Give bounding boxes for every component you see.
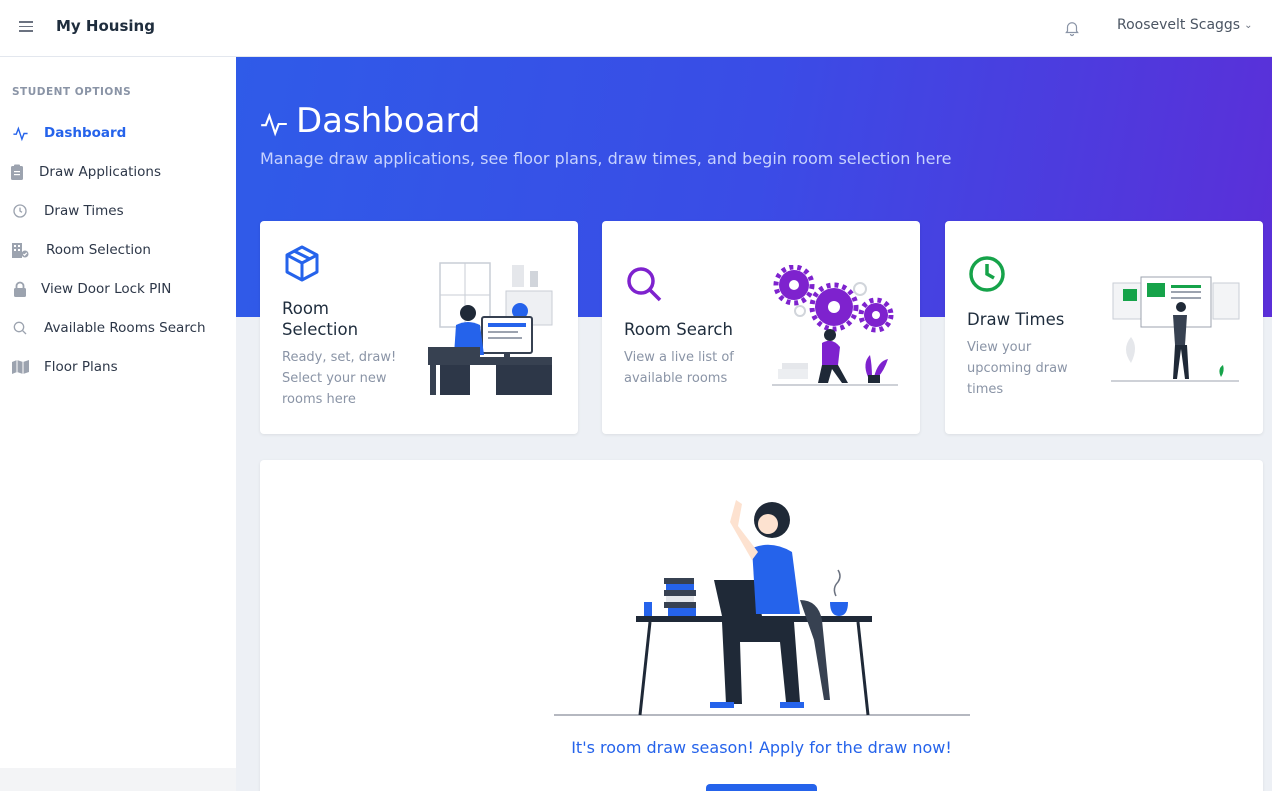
clipboard-icon	[8, 163, 26, 181]
user-menu[interactable]: Roosevelt Scaggs ⌄	[1117, 17, 1253, 33]
search-icon	[11, 319, 29, 337]
activity-icon	[261, 112, 287, 137]
sidebar-item-floor-plans[interactable]: Floor Plans	[0, 352, 236, 382]
sidebar-item-room-selection[interactable]: Room Selection	[0, 235, 236, 265]
card-description: available rooms	[624, 371, 728, 386]
card-title: Room	[282, 299, 329, 318]
box-icon	[285, 245, 319, 282]
sidebar-item-draw-applications[interactable]: Draw Applications	[0, 157, 236, 187]
sidebar-item-label: Draw Applications	[39, 164, 162, 180]
hamburger-menu-icon[interactable]	[19, 21, 33, 35]
chevron-down-icon: ⌄	[1244, 19, 1253, 31]
card-title: Room Search	[624, 320, 733, 339]
clock-icon	[11, 202, 29, 220]
room-draw-banner: It's room draw season! Apply for the dra…	[260, 460, 1263, 791]
card-description: Select your new	[282, 371, 387, 386]
building-icon	[11, 241, 29, 259]
page-title: Dashboard	[296, 101, 481, 141]
gears-person-illustration	[772, 265, 898, 386]
room-search-card[interactable]: Room Search View a live list of availabl…	[602, 221, 920, 434]
person-at-board-illustration	[1111, 276, 1240, 382]
card-title: Selection	[282, 320, 359, 339]
sidebar-item-label: View Door Lock PIN	[41, 281, 172, 297]
person-waving-at-desk-illustration	[554, 500, 970, 716]
sidebar: STUDENT OPTIONS Dashboard Draw Applicati…	[0, 57, 236, 768]
sidebar-item-draw-times[interactable]: Draw Times	[0, 196, 236, 226]
sidebar-item-available-rooms-search[interactable]: Available Rooms Search	[0, 313, 236, 343]
clock-icon	[969, 256, 1005, 292]
sidebar-footer	[0, 768, 236, 791]
activity-icon	[11, 124, 29, 142]
apply-draw-button[interactable]	[706, 784, 817, 791]
sidebar-item-label: Available Rooms Search	[44, 320, 206, 336]
person-at-computer-illustration	[428, 262, 553, 395]
sidebar-item-label: Floor Plans	[44, 359, 118, 375]
sidebar-heading: STUDENT OPTIONS	[12, 86, 132, 98]
map-icon	[11, 358, 29, 376]
card-description: View a live list of	[624, 350, 734, 365]
card-description: times	[967, 382, 1004, 397]
card-description: Ready, set, draw!	[282, 350, 397, 365]
room-selection-card[interactable]: Room Selection Ready, set, draw! Select …	[260, 221, 578, 434]
card-description: upcoming draw	[967, 361, 1068, 376]
banner-message: It's room draw season! Apply for the dra…	[571, 738, 952, 757]
search-icon	[627, 267, 662, 302]
sidebar-item-label: Draw Times	[44, 203, 124, 219]
app-title[interactable]: My Housing	[56, 17, 155, 35]
sidebar-item-label: Room Selection	[46, 242, 151, 258]
sidebar-item-door-lock-pin[interactable]: View Door Lock PIN	[0, 274, 236, 304]
card-description: rooms here	[282, 392, 356, 407]
lock-icon	[11, 280, 29, 298]
user-name: Roosevelt Scaggs	[1117, 17, 1241, 33]
sidebar-item-label: Dashboard	[44, 125, 127, 141]
card-title: Draw Times	[967, 310, 1065, 329]
bell-icon[interactable]	[1063, 19, 1081, 37]
card-description: View your	[967, 340, 1032, 355]
page-subtitle: Manage draw applications, see floor plan…	[260, 149, 952, 168]
top-navbar: My Housing Roosevelt Scaggs ⌄	[0, 0, 1272, 57]
draw-times-card[interactable]: Draw Times View your upcoming draw times	[945, 221, 1263, 434]
sidebar-item-dashboard[interactable]: Dashboard	[0, 118, 236, 148]
